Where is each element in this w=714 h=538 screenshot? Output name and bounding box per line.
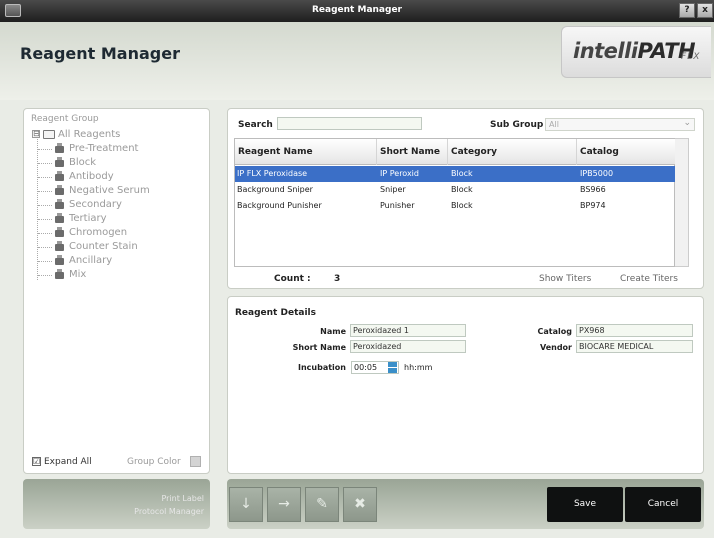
- tree-item-antibody[interactable]: Antibody: [38, 171, 114, 184]
- close-button[interactable]: x: [697, 3, 713, 18]
- search-input[interactable]: [277, 117, 422, 130]
- group-color-label: Group Color: [127, 457, 181, 467]
- count-value: 3: [334, 274, 341, 284]
- group-color-swatch[interactable]: [190, 456, 201, 467]
- table-row[interactable]: IP FLX Peroxidase IP Peroxid Block IPB50…: [235, 166, 676, 182]
- reagent-details-title: Reagent Details: [235, 308, 316, 318]
- edit-icon[interactable]: ✎: [305, 487, 339, 522]
- reagent-bottle-icon: [54, 157, 65, 167]
- delete-icon[interactable]: ✖: [343, 487, 377, 522]
- incubation-stepper[interactable]: 00:05: [351, 361, 399, 374]
- tree-item-mix[interactable]: Mix: [37, 269, 86, 282]
- tree-item-pre-treatment[interactable]: Pre-Treatment: [37, 143, 138, 156]
- tree-root-all-reagents[interactable]: ⊟ All Reagents: [32, 129, 120, 140]
- tree-item-negative-serum[interactable]: Negative Serum: [38, 185, 150, 198]
- short-name-field[interactable]: Peroxidazed: [350, 340, 466, 353]
- show-titers-link[interactable]: Show Titers: [539, 274, 591, 284]
- reagent-table: Reagent Name Short Name Category Catalog…: [234, 138, 676, 267]
- move-down-icon[interactable]: ↓: [229, 487, 263, 522]
- reagent-group-title: Reagent Group: [31, 114, 99, 124]
- save-button[interactable]: Save: [547, 487, 623, 522]
- stepper-arrows-icon[interactable]: [388, 362, 397, 373]
- incubation-unit: hh:mm: [404, 363, 433, 372]
- column-catalog[interactable]: Catalog: [577, 139, 676, 165]
- tree-item-tertiary[interactable]: Tertiary: [38, 213, 107, 226]
- print-label-link[interactable]: Print Label: [161, 494, 204, 503]
- reagent-bottle-icon: [54, 227, 65, 237]
- checkbox-icon[interactable]: ☑: [32, 457, 41, 466]
- reagent-bottle-icon: [54, 199, 65, 209]
- table-scrollbar[interactable]: [675, 138, 689, 267]
- search-label: Search: [238, 120, 273, 130]
- reagent-details-panel: Reagent Details Name Peroxidazed 1 Short…: [227, 296, 704, 474]
- folder-icon: [43, 129, 55, 139]
- tree-connector: [37, 139, 38, 280]
- bottom-toolbar: ↓ → ✎ ✖ Save Cancel: [227, 479, 704, 529]
- reagent-bottle-icon: [54, 171, 65, 181]
- vendor-field[interactable]: BIOCARE MEDICAL: [576, 340, 693, 353]
- protocol-manager-link[interactable]: Protocol Manager: [134, 507, 204, 516]
- column-reagent-name[interactable]: Reagent Name: [235, 139, 377, 165]
- incubation-label: Incubation: [298, 363, 346, 372]
- tree-item-ancillary[interactable]: Ancillary: [37, 255, 112, 268]
- reagent-bottle-icon: [54, 185, 65, 195]
- intellipath-logo: intelliPATH FLX: [561, 26, 711, 78]
- tree-root-label: All Reagents: [58, 129, 121, 140]
- create-titers-link[interactable]: Create Titers: [620, 274, 678, 284]
- tree-item-block[interactable]: Block: [37, 157, 96, 170]
- table-row[interactable]: Background Sniper Sniper Block BS966: [235, 182, 676, 198]
- name-field[interactable]: Peroxidazed 1: [350, 324, 466, 337]
- vendor-label: Vendor: [539, 343, 572, 352]
- reagent-bottle-icon: [54, 213, 65, 223]
- table-row[interactable]: Background Punisher Punisher Block BP974: [235, 198, 676, 214]
- reagent-list-panel: Search Sub Group All ⌄ Reagent Name Short…: [227, 108, 704, 289]
- short-name-label: Short Name: [292, 343, 346, 352]
- chevron-down-icon: ⌄: [683, 118, 691, 128]
- tree-item-chromogen[interactable]: Chromogen: [37, 227, 127, 240]
- reagent-bottle-icon: [54, 143, 65, 153]
- help-button[interactable]: ?: [679, 3, 695, 18]
- left-links-panel: Print Label Protocol Manager: [23, 479, 210, 529]
- collapse-icon[interactable]: ⊟: [32, 130, 40, 138]
- reagent-bottle-icon: [54, 255, 65, 265]
- move-right-icon[interactable]: →: [267, 487, 301, 522]
- column-category[interactable]: Category: [448, 139, 577, 165]
- cancel-button[interactable]: Cancel: [625, 487, 701, 522]
- tree-item-secondary[interactable]: Secondary: [38, 199, 122, 212]
- column-short-name[interactable]: Short Name: [377, 139, 448, 165]
- catalog-field[interactable]: PX968: [576, 324, 693, 337]
- window-title: Reagent Manager: [312, 5, 402, 15]
- subgroup-select[interactable]: All ⌄: [545, 118, 695, 131]
- title-bar: Reagent Manager ? x: [0, 0, 714, 22]
- catalog-label: Catalog: [537, 327, 572, 336]
- reagent-bottle-icon: [54, 269, 65, 279]
- name-label: Name: [320, 327, 346, 336]
- expand-all-checkbox[interactable]: ☑ Expand All: [32, 457, 92, 467]
- subgroup-label: Sub Group: [490, 120, 544, 130]
- reagent-group-panel: Reagent Group ⊟ All Reagents Pre-Treatmen…: [23, 108, 210, 474]
- table-header: Reagent Name Short Name Category Catalog: [235, 139, 676, 165]
- tree-item-counter-stain[interactable]: Counter Stain: [38, 241, 138, 254]
- count-label: Count :: [274, 274, 311, 284]
- reagent-bottle-icon: [54, 241, 65, 251]
- page-title: Reagent Manager: [20, 44, 180, 63]
